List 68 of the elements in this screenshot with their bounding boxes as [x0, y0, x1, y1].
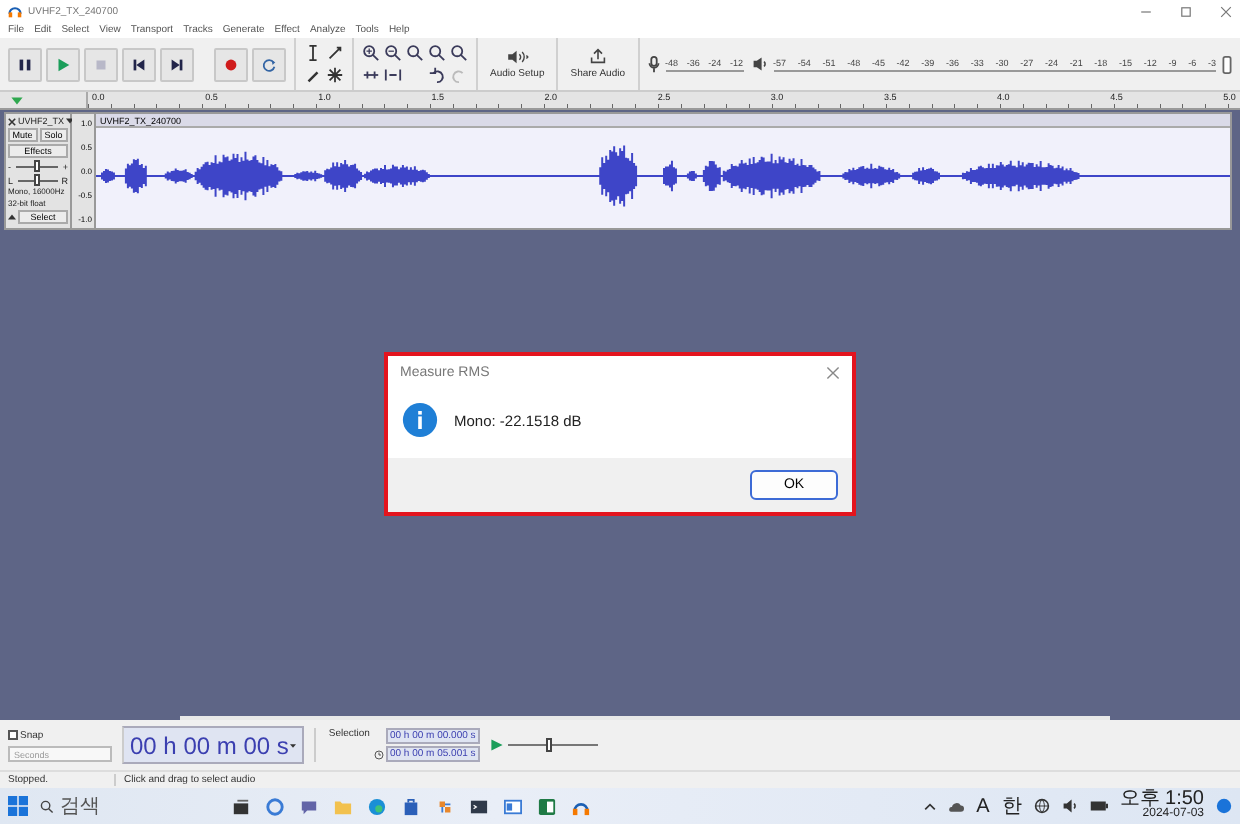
browser-icon[interactable]: [266, 797, 284, 815]
skip-to-end-icon: [168, 55, 186, 73]
speaker-icon: [505, 49, 530, 63]
input-method-indicator[interactable]: A: [976, 795, 990, 817]
cloud-icon[interactable]: [948, 799, 965, 813]
fit-project-icon[interactable]: [428, 44, 446, 62]
headphones-icon[interactable]: [572, 797, 590, 815]
globe-icon[interactable]: [1033, 798, 1050, 814]
store-icon[interactable]: [402, 797, 420, 815]
skip-to-end-button[interactable]: [160, 47, 194, 81]
collapse-icon[interactable]: [8, 214, 16, 220]
microphone-icon: [647, 55, 659, 73]
skip-to-start-button[interactable]: [122, 47, 156, 81]
terminal-icon[interactable]: [470, 797, 488, 815]
loop-button[interactable]: [252, 47, 286, 81]
clock-icon[interactable]: [373, 749, 384, 759]
gain-slider[interactable]: [33, 160, 40, 172]
info-icon: [402, 402, 438, 438]
taskbar-search-field[interactable]: 검색: [40, 792, 160, 820]
skip-to-start-icon: [130, 55, 148, 73]
selection-tool-icon[interactable]: [304, 44, 322, 62]
close-icon[interactable]: [1220, 5, 1232, 17]
spreadsheet-icon[interactable]: [538, 797, 556, 815]
pan-slider[interactable]: [34, 174, 41, 186]
caret-icon[interactable]: [290, 743, 297, 747]
snap-checkbox[interactable]: [8, 730, 18, 740]
network-app-icon[interactable]: [436, 797, 454, 815]
trim-icon[interactable]: [362, 66, 380, 84]
zoom-out-icon[interactable]: [384, 44, 402, 62]
stop-icon: [92, 55, 110, 73]
chat-icon[interactable]: [300, 797, 318, 815]
play-at-speed-icon[interactable]: [489, 738, 504, 752]
pause-icon: [16, 55, 34, 73]
app-logo-icon: [8, 4, 22, 18]
play-icon: [54, 55, 72, 73]
windows-start-icon[interactable]: [8, 796, 28, 816]
draw-tool-icon[interactable]: [304, 66, 322, 84]
envelope-tool-icon[interactable]: [326, 44, 344, 62]
maximize-icon[interactable]: [1180, 5, 1192, 17]
pause-button[interactable]: [8, 47, 42, 81]
speed-slider[interactable]: [545, 738, 552, 752]
window-icon[interactable]: [504, 797, 522, 815]
speaker-icon: [751, 56, 767, 72]
meter-handle-icon[interactable]: [1222, 55, 1232, 73]
time-display[interactable]: 00 h 00 m 00 s: [122, 726, 305, 764]
fit-selection-icon[interactable]: [406, 44, 424, 62]
battery-icon[interactable]: [1089, 800, 1108, 812]
search-icon: [40, 799, 54, 813]
chevron-up-icon[interactable]: [924, 801, 937, 811]
zoom-toggle-icon[interactable]: [450, 44, 468, 62]
record-icon: [222, 55, 240, 73]
record-button[interactable]: [214, 47, 248, 81]
input-method-indicator[interactable]: 한: [1001, 792, 1022, 820]
loop-icon: [260, 55, 278, 73]
edge-browser-icon[interactable]: [368, 797, 386, 815]
clock-time: 오후 1:50: [1119, 790, 1204, 808]
time-value: 00 h 00 m 00 s: [130, 731, 289, 759]
notification-icon[interactable]: [1216, 798, 1232, 814]
volume-icon[interactable]: [1061, 798, 1078, 814]
search-placeholder: 검색: [60, 794, 100, 820]
silence-icon[interactable]: [384, 66, 402, 84]
horizontal-scrollbar[interactable]: [179, 716, 1110, 720]
task-view-icon[interactable]: [232, 797, 250, 815]
zoom-in-icon[interactable]: [362, 44, 380, 62]
close-icon[interactable]: [8, 117, 16, 125]
multi-tool-icon[interactable]: [326, 66, 344, 84]
upload-icon: [589, 48, 606, 64]
undo-icon[interactable]: [428, 66, 446, 84]
